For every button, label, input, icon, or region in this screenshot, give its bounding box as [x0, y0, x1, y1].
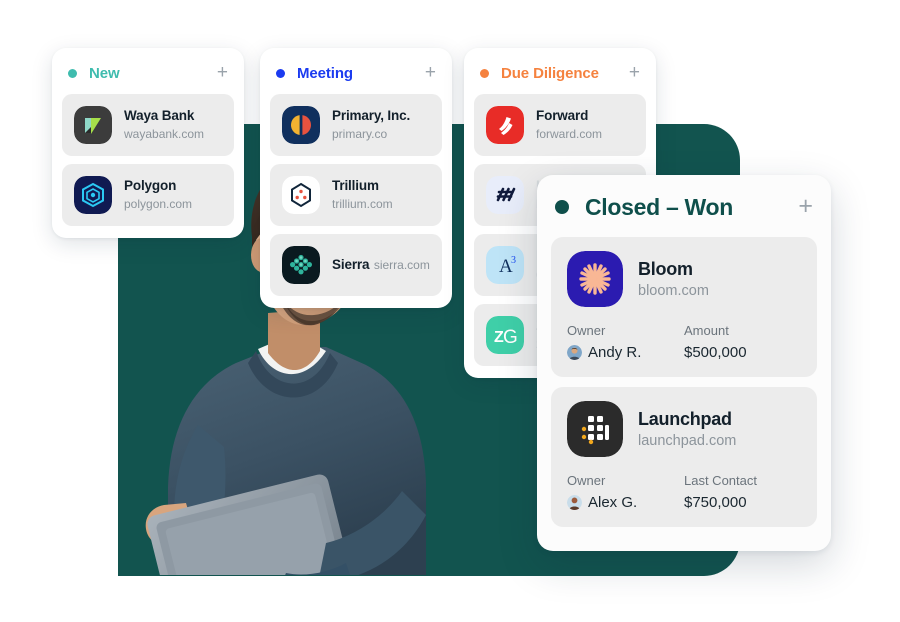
meta-field-last-contact: Last Contact $750,000 [684, 473, 801, 511]
column-header: Due Diligence + [474, 58, 646, 88]
deal-meta: Owner Alex G. Last Contact $750,000 [567, 473, 801, 511]
meta-field-owner: Owner Andy R. [567, 323, 684, 361]
add-deal-button-new[interactable]: + [217, 63, 228, 84]
meta-label: Amount [684, 323, 729, 338]
meta-value: Andy R. [567, 344, 684, 361]
kanban-column-meeting[interactable]: Meeting + Primary, Inc. primary.co Trill… [260, 48, 452, 308]
add-deal-button-closed-won[interactable]: + [798, 193, 813, 221]
deal-url: trillium.com [332, 197, 393, 211]
add-deal-button-meeting[interactable]: + [425, 63, 436, 84]
status-dot-due-diligence [480, 68, 489, 78]
deal-url: primary.co [332, 127, 388, 141]
meta-value: $750,000 [684, 494, 747, 511]
kanban-column-closed-won[interactable]: Closed – Won + Bloom bloom.com Owner And… [537, 175, 831, 551]
meta-value-text: Alex G. [588, 494, 638, 511]
deal-card-detailed[interactable]: Launchpad launchpad.com Owner Alex G. La… [551, 387, 817, 527]
deal-text: Launchpad launchpad.com [638, 409, 736, 449]
deal-url: sierra.com [373, 258, 430, 272]
hero-illustration: New + Waya Bank wayabank.com Polygon pol… [0, 0, 900, 622]
trillium-logo [282, 176, 320, 214]
deal-meta: Owner Andy R. Amount $500,000 [567, 323, 801, 361]
zhang-logo: Z G [486, 316, 524, 354]
avatar-andy [567, 345, 582, 360]
deal-card[interactable]: Primary, Inc. primary.co [270, 94, 442, 156]
deal-card-header: Launchpad launchpad.com [567, 401, 801, 457]
deal-url: launchpad.com [638, 433, 737, 449]
darwin-logo: A 3 [486, 246, 524, 284]
deal-name: Primary, Inc. [332, 108, 411, 123]
deal-card[interactable]: Trillium trillium.com [270, 164, 442, 226]
sierra-logo [282, 246, 320, 284]
deal-name: Trillium [332, 178, 379, 193]
meta-value-text: Andy R. [588, 344, 642, 361]
meta-label: Last Contact [684, 473, 757, 488]
waya-bank-logo [74, 106, 112, 144]
status-dot-new [68, 68, 77, 78]
add-deal-button-due-diligence[interactable]: + [629, 63, 640, 84]
deal-card-header: Bloom bloom.com [567, 251, 801, 307]
svg-text:3: 3 [511, 255, 516, 266]
deal-card-detailed[interactable]: Bloom bloom.com Owner Andy R. Amount $50… [551, 237, 817, 377]
deal-url: polygon.com [124, 197, 193, 211]
polygon-logo [74, 176, 112, 214]
deal-name: Bloom [638, 259, 693, 279]
bloom-logo [567, 251, 623, 307]
deal-name: Waya Bank [124, 108, 195, 123]
deal-text: Trillium trillium.com [332, 177, 430, 213]
deal-name: Launchpad [638, 409, 732, 429]
column-title-closed-won: Closed – Won [585, 193, 734, 220]
avatar-alex [567, 495, 582, 510]
deal-card[interactable]: Forward forward.com [474, 94, 646, 156]
forward-logo [486, 106, 524, 144]
svg-text:G: G [503, 327, 518, 348]
deal-card[interactable]: Polygon polygon.com [62, 164, 234, 226]
status-dot-meeting [276, 68, 285, 78]
deal-text: Polygon polygon.com [124, 177, 222, 213]
meta-label: Owner [567, 323, 606, 338]
meta-label: Owner [567, 473, 606, 488]
meta-value: $500,000 [684, 344, 747, 361]
deal-url: wayabank.com [124, 127, 205, 141]
deal-text: Bloom bloom.com [638, 259, 709, 299]
deal-text: Sierra sierra.com [332, 256, 430, 274]
deal-name: Forward [536, 108, 589, 123]
deal-url: bloom.com [638, 283, 709, 299]
deal-url: forward.com [536, 127, 603, 141]
deal-card[interactable]: Sierra sierra.com [270, 234, 442, 296]
kanban-column-new[interactable]: New + Waya Bank wayabank.com Polygon pol… [52, 48, 244, 238]
primary-logo [282, 106, 320, 144]
column-title-due-diligence: Due Diligence [501, 64, 599, 82]
deal-name: Sierra [332, 257, 370, 272]
meta-field-owner: Owner Alex G. [567, 473, 684, 511]
deal-card[interactable]: Waya Bank wayabank.com [62, 94, 234, 156]
meta-value: Alex G. [567, 494, 684, 511]
column-header: Closed – Won + [551, 187, 817, 227]
meta-field-amount: Amount $500,000 [684, 323, 801, 361]
deal-name: Polygon [124, 178, 177, 193]
status-dot-closed-won [555, 200, 569, 214]
hera-health-logo [486, 176, 524, 214]
column-header: New + [62, 58, 234, 88]
deal-text: Forward forward.com [536, 107, 634, 143]
deal-text: Waya Bank wayabank.com [124, 107, 222, 143]
column-header: Meeting + [270, 58, 442, 88]
column-title-new: New [89, 64, 120, 82]
launchpad-logo [567, 401, 623, 457]
deal-text: Primary, Inc. primary.co [332, 107, 430, 143]
column-title-meeting: Meeting [297, 64, 353, 82]
